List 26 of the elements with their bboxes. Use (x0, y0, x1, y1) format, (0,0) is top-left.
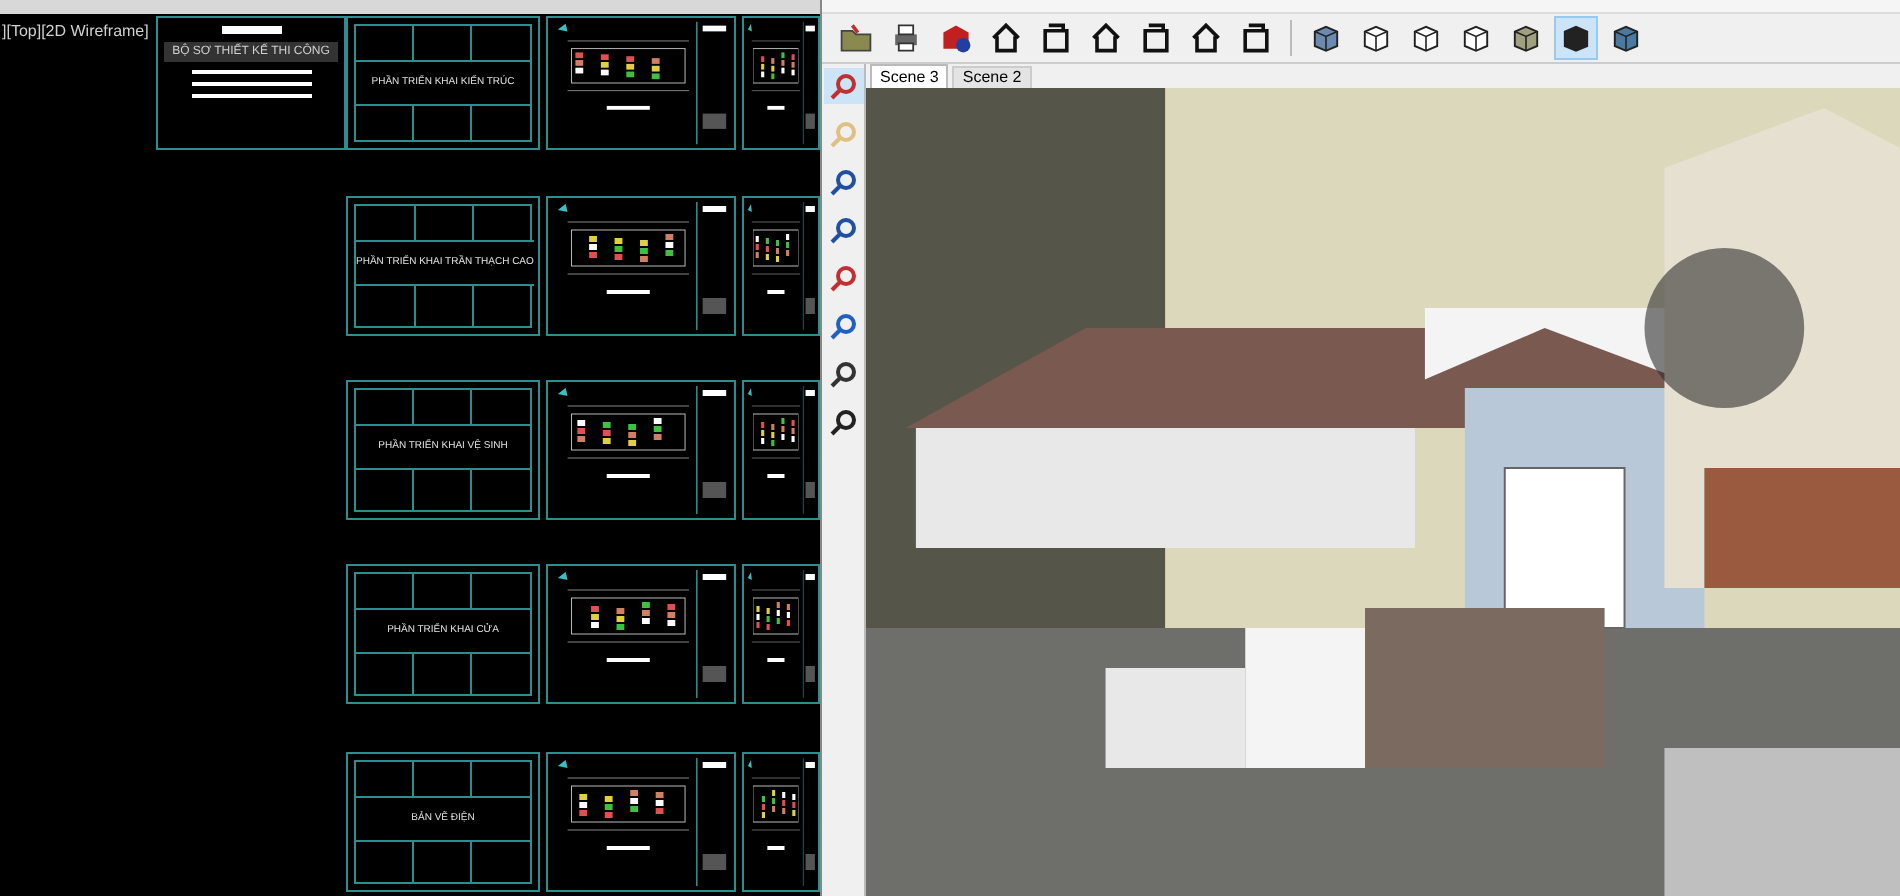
box-icon (1038, 20, 1074, 56)
tool-icon (829, 217, 857, 243)
cube-icon (1410, 22, 1442, 54)
box-icon (1138, 20, 1174, 56)
tool-icon (829, 409, 857, 435)
cube-icon (1510, 22, 1542, 54)
cube-icon (1560, 22, 1592, 54)
tool-icon (829, 313, 857, 339)
cube-icon (1460, 22, 1492, 54)
scene-tab[interactable]: Scene 2 (952, 66, 1032, 88)
viewport-label: ][Top][2D Wireframe] (2, 20, 149, 44)
style-button[interactable] (1554, 16, 1598, 60)
tool-icon (829, 361, 857, 387)
house-icon (1188, 20, 1224, 56)
cube-icon (1310, 22, 1342, 54)
tool-icon (829, 169, 857, 195)
house-icon (988, 20, 1024, 56)
tool-icon (829, 73, 857, 99)
box-icon (1238, 20, 1274, 56)
tool-icon (829, 265, 857, 291)
folder-icon (838, 20, 874, 56)
tool-icon (829, 121, 857, 147)
cube-icon (1610, 22, 1642, 54)
cube-icon (1360, 22, 1392, 54)
scene-tab[interactable]: Scene 3 (870, 64, 949, 88)
house-icon (1088, 20, 1124, 56)
